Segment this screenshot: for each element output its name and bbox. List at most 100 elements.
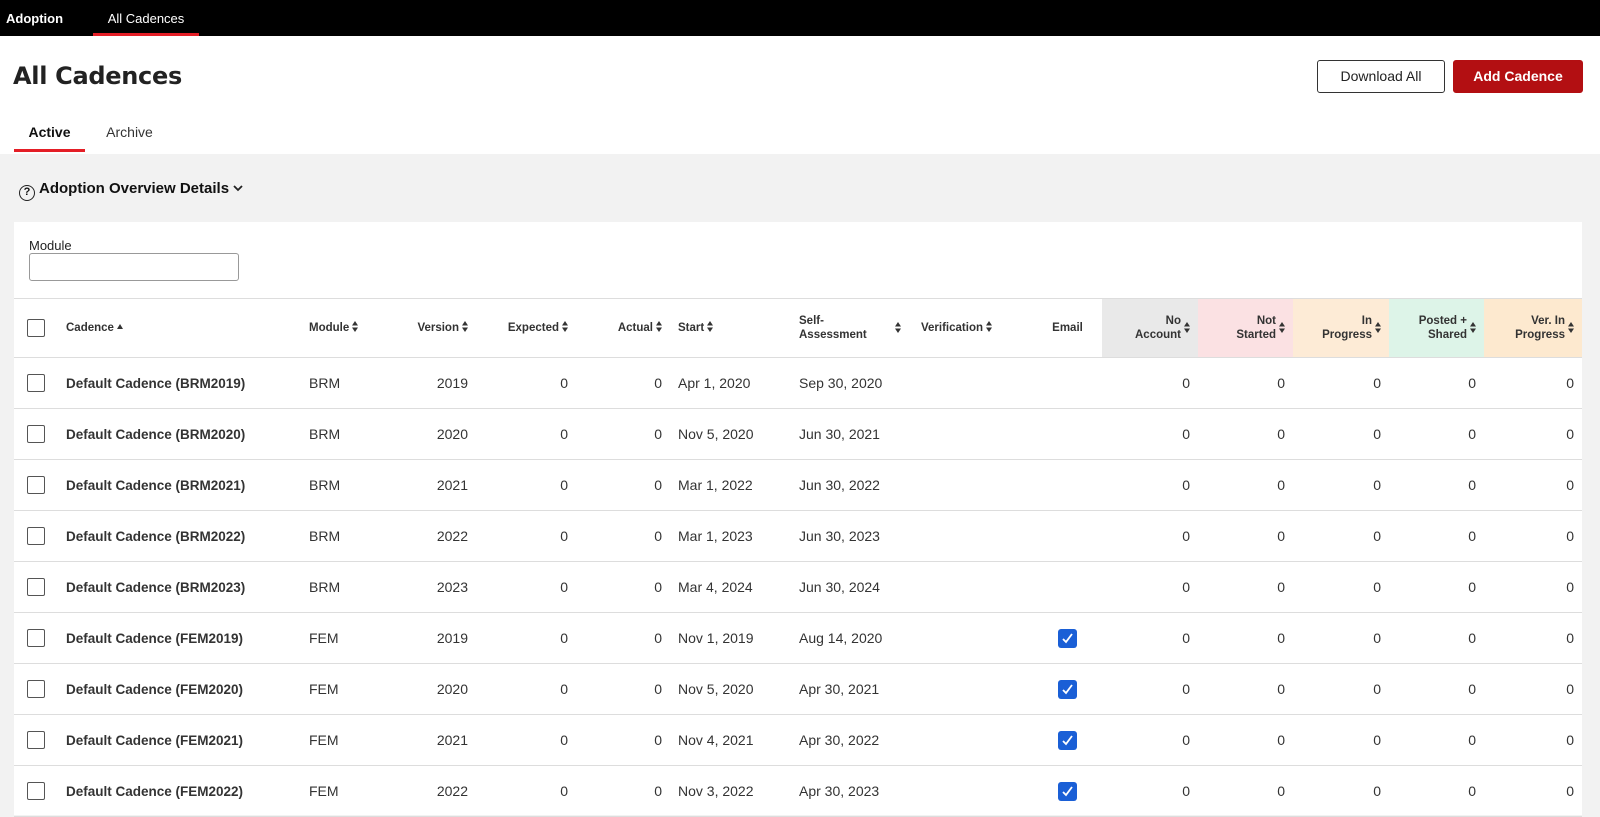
row-checkbox[interactable] <box>27 476 45 495</box>
table-row[interactable]: Default Cadence (BRM2023) BRM 2023 0 0 M… <box>14 561 1582 613</box>
row-checkbox[interactable] <box>27 425 45 444</box>
cadence-name-link[interactable]: Default Cadence (BRM2020) <box>58 408 301 460</box>
checkmark-icon <box>1062 632 1073 643</box>
row-checkbox[interactable] <box>27 731 45 750</box>
sort-icon <box>656 321 662 333</box>
cell-verification <box>913 714 1033 766</box>
row-select-cell <box>14 561 58 613</box>
cell-no-account: 0 <box>1102 765 1198 817</box>
cell-module: BRM <box>301 561 396 613</box>
row-select-cell <box>14 408 58 460</box>
cadence-name-link[interactable]: Default Cadence (FEM2020) <box>58 663 301 715</box>
column-header-version[interactable]: Version <box>396 298 476 358</box>
cell-in-progress: 0 <box>1293 357 1389 409</box>
email-checkbox-checked[interactable] <box>1058 679 1077 699</box>
cell-in-progress: 0 <box>1293 612 1389 664</box>
sort-icon <box>895 321 901 333</box>
cell-module: FEM <box>301 612 396 664</box>
table-row[interactable]: Default Cadence (FEM2020) FEM 2020 0 0 N… <box>14 663 1582 715</box>
cell-version: 2019 <box>396 612 476 664</box>
cadence-name-link[interactable]: Default Cadence (FEM2022) <box>58 765 301 817</box>
row-checkbox[interactable] <box>27 629 45 648</box>
row-checkbox[interactable] <box>27 527 45 546</box>
column-header-not-started[interactable]: Not Started <box>1198 298 1293 358</box>
row-checkbox[interactable] <box>27 374 45 393</box>
cell-in-progress: 0 <box>1293 408 1389 460</box>
cell-version: 2022 <box>396 765 476 817</box>
cadence-panel: Module Cadence Module Version Expected A… <box>14 222 1582 817</box>
cadence-name-link[interactable]: Default Cadence (FEM2019) <box>58 612 301 664</box>
header-label: Actual <box>617 322 653 334</box>
cell-expected: 0 <box>476 612 576 664</box>
table-row[interactable]: Default Cadence (BRM2021) BRM 2021 0 0 M… <box>14 459 1582 511</box>
cell-ver-in-progress: 0 <box>1484 459 1582 511</box>
cadence-name-link[interactable]: Default Cadence (BRM2021) <box>58 459 301 511</box>
cell-verification <box>913 663 1033 715</box>
row-select-cell <box>14 357 58 409</box>
cell-verification <box>913 612 1033 664</box>
cell-ver-in-progress: 0 <box>1484 612 1582 664</box>
cell-no-account: 0 <box>1102 714 1198 766</box>
column-header-module[interactable]: Module <box>301 298 396 358</box>
module-filter-input[interactable] <box>29 253 239 281</box>
cell-not-started: 0 <box>1198 612 1293 664</box>
cell-version: 2022 <box>396 510 476 562</box>
cell-module: BRM <box>301 510 396 562</box>
row-checkbox[interactable] <box>27 782 45 801</box>
cell-ver-in-progress: 0 <box>1484 561 1582 613</box>
column-header-ver-in-progress[interactable]: Ver. In Progress <box>1484 298 1582 358</box>
column-header-verification[interactable]: Verification <box>913 298 1033 358</box>
email-checkbox-checked[interactable] <box>1058 628 1077 648</box>
header-label: No Account <box>1135 315 1181 341</box>
nav-tab-all-cadences[interactable]: All Cadences <box>93 0 199 36</box>
cell-self-assessment: Jun 30, 2023 <box>791 510 913 562</box>
tab-archive[interactable]: Archive <box>92 116 167 152</box>
tab-active[interactable]: Active <box>14 116 85 152</box>
cell-start: Nov 5, 2020 <box>670 408 791 460</box>
select-all-checkbox[interactable] <box>27 319 45 337</box>
column-header-cadence[interactable]: Cadence <box>58 298 301 358</box>
download-all-button[interactable]: Download All <box>1317 60 1445 93</box>
header-label: Cadence <box>66 322 114 334</box>
column-header-posted-shared[interactable]: Posted + Shared <box>1389 298 1484 358</box>
column-header-no-account[interactable]: No Account <box>1102 298 1198 358</box>
sort-icon <box>462 321 468 333</box>
app-brand[interactable]: Adoption <box>6 11 63 26</box>
cadence-name-link[interactable]: Default Cadence (BRM2019) <box>58 357 301 409</box>
cell-posted-shared: 0 <box>1389 663 1484 715</box>
cadence-name-link[interactable]: Default Cadence (BRM2023) <box>58 561 301 613</box>
cell-module: BRM <box>301 408 396 460</box>
select-all-cell <box>14 298 58 358</box>
sort-icon <box>986 321 992 333</box>
cell-in-progress: 0 <box>1293 663 1389 715</box>
email-checkbox-checked[interactable] <box>1058 781 1077 801</box>
cell-not-started: 0 <box>1198 561 1293 613</box>
cadence-name-link[interactable]: Default Cadence (FEM2021) <box>58 714 301 766</box>
table-row[interactable]: Default Cadence (FEM2021) FEM 2021 0 0 N… <box>14 714 1582 766</box>
column-header-self-assessment[interactable]: Self-Assessment <box>791 298 913 358</box>
add-cadence-button[interactable]: Add Cadence <box>1453 60 1583 93</box>
cell-posted-shared: 0 <box>1389 714 1484 766</box>
row-checkbox[interactable] <box>27 680 45 699</box>
column-header-start[interactable]: Start <box>670 298 791 358</box>
table-row[interactable]: Default Cadence (BRM2020) BRM 2020 0 0 N… <box>14 408 1582 460</box>
column-header-expected[interactable]: Expected <box>476 298 576 358</box>
row-checkbox[interactable] <box>27 578 45 597</box>
table-row[interactable]: Default Cadence (FEM2019) FEM 2019 0 0 N… <box>14 612 1582 664</box>
page-header: All Cadences Download All Add Cadence Ac… <box>0 36 1600 154</box>
email-checkbox-checked[interactable] <box>1058 730 1077 750</box>
adoption-overview-toggle[interactable]: ? Adoption Overview Details <box>19 179 243 201</box>
column-header-actual[interactable]: Actual <box>576 298 670 358</box>
cell-in-progress: 0 <box>1293 714 1389 766</box>
column-header-in-progress[interactable]: In Progress <box>1293 298 1389 358</box>
cell-not-started: 0 <box>1198 663 1293 715</box>
cell-email <box>1033 510 1102 562</box>
header-label: Posted + Shared <box>1418 315 1467 341</box>
cell-version: 2021 <box>396 714 476 766</box>
cell-self-assessment: Sep 30, 2020 <box>791 357 913 409</box>
table-row[interactable]: Default Cadence (BRM2019) BRM 2019 0 0 A… <box>14 357 1582 409</box>
table-row[interactable]: Default Cadence (FEM2022) FEM 2022 0 0 N… <box>14 765 1582 817</box>
table-row[interactable]: Default Cadence (BRM2022) BRM 2022 0 0 M… <box>14 510 1582 562</box>
cell-ver-in-progress: 0 <box>1484 663 1582 715</box>
cadence-name-link[interactable]: Default Cadence (BRM2022) <box>58 510 301 562</box>
